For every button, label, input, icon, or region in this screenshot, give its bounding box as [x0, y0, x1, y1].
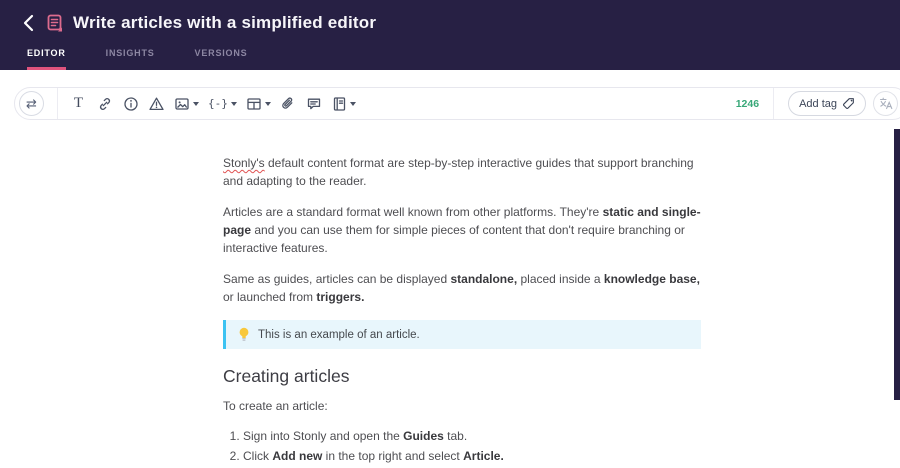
paragraph: Same as guides, articles can be displaye… — [223, 272, 700, 304]
add-tag-label: Add tag — [799, 97, 837, 110]
link-button[interactable] — [96, 93, 113, 115]
lightbulb-icon — [239, 327, 249, 341]
list-item: Sign into Stonly and open the Guides tab… — [243, 428, 701, 445]
table-button[interactable] — [246, 93, 271, 115]
back-button[interactable] — [16, 11, 40, 35]
chevron-down-icon — [264, 101, 271, 106]
add-tag-button[interactable]: Add tag — [788, 91, 866, 116]
note-button[interactable] — [306, 93, 323, 115]
paragraph: To create an article: — [223, 399, 328, 413]
chevron-down-icon — [230, 101, 237, 106]
braces-icon: {-} — [208, 97, 228, 110]
info-icon — [123, 96, 138, 111]
header-tabs: EDITOR INSIGHTS VERSIONS — [27, 48, 287, 70]
tab-editor[interactable]: EDITOR — [27, 48, 66, 70]
tip-callout: This is an example of an article. — [223, 320, 701, 349]
article-icon — [47, 14, 64, 33]
text-format-button[interactable]: T — [70, 93, 87, 115]
paragraph: Articles are a standard format well know… — [223, 205, 701, 255]
tag-icon — [842, 98, 854, 110]
right-panel-edge — [894, 129, 900, 400]
list-item: Click Add new in the top right and selec… — [243, 448, 701, 465]
attachment-button[interactable] — [280, 93, 297, 115]
section-heading: Creating articles — [223, 366, 350, 386]
misspelled-word: Stonly's — [223, 156, 265, 170]
chevron-left-icon — [23, 14, 33, 32]
swap-arrows-icon: ⇄ — [26, 96, 37, 111]
chevron-down-icon — [349, 101, 356, 106]
knowledge-base-button[interactable] — [332, 93, 356, 115]
text-icon: T — [73, 95, 84, 111]
book-icon — [333, 96, 346, 111]
image-button[interactable] — [174, 93, 199, 115]
editor-canvas[interactable]: Stonly's default content format are step… — [223, 154, 701, 468]
paragraph: Stonly's default content format are step… — [223, 156, 694, 188]
translate-button[interactable] — [873, 91, 898, 116]
top-header: Write articles with a simplified editor … — [0, 0, 900, 70]
warning-block-button[interactable] — [148, 93, 165, 115]
callout-text: This is an example of an article. — [258, 328, 420, 341]
tab-insights[interactable]: INSIGHTS — [106, 48, 155, 70]
info-block-button[interactable] — [122, 93, 139, 115]
warning-icon — [149, 97, 164, 110]
swap-layout-button[interactable]: ⇄ — [19, 91, 44, 116]
image-icon — [175, 97, 189, 110]
paperclip-icon — [282, 96, 293, 109]
chevron-down-icon — [193, 101, 199, 106]
ordered-list: Sign into Stonly and open the Guides tab… — [243, 428, 701, 465]
editor-toolbar: ⇄ T {-} 1246 Add tag — [14, 87, 900, 120]
link-icon — [99, 97, 110, 110]
translate-icon — [879, 97, 892, 110]
tab-versions[interactable]: VERSIONS — [195, 48, 248, 70]
note-bubble-icon — [308, 98, 321, 109]
variable-button[interactable]: {-} — [208, 93, 237, 115]
character-count: 1246 — [735, 97, 760, 110]
page-title: Write articles with a simplified editor — [73, 13, 377, 32]
table-icon — [247, 97, 261, 110]
